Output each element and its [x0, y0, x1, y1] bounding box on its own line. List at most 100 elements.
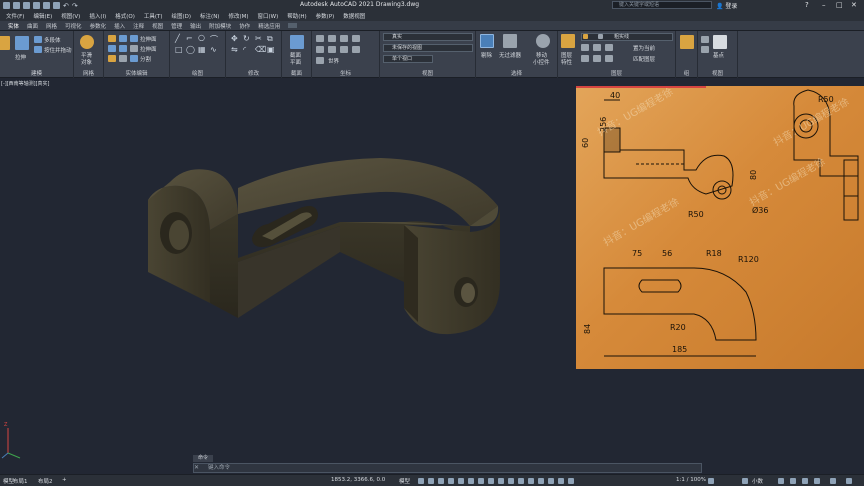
named-view-select[interactable]: 未保存的视图 [383, 44, 473, 52]
ucs-z-icon[interactable] [340, 46, 348, 53]
annotation-scale-value[interactable]: 1:1 / 100% [676, 477, 706, 483]
layout-tab-1[interactable]: 布局1 [13, 477, 28, 485]
panel-label-groups[interactable]: 组 [676, 69, 697, 77]
tab-manage[interactable]: 管理 [171, 22, 182, 30]
ellipse-icon[interactable]: ◯ [186, 45, 195, 54]
login-button[interactable]: 👤 登录 [716, 1, 737, 10]
menu-window[interactable]: 窗口(W) [258, 12, 279, 20]
dynamic-ucs-icon[interactable] [518, 478, 524, 484]
tab-featured-apps[interactable]: 精选应用 [258, 22, 280, 30]
workspace-icon[interactable] [708, 478, 714, 484]
ucs-origin-icon[interactable] [340, 35, 348, 42]
polar-icon[interactable] [448, 478, 454, 484]
separate-icon[interactable] [130, 55, 138, 62]
lock-ui-icon[interactable] [790, 478, 796, 484]
erase-icon[interactable]: ⌫ [255, 45, 266, 54]
intersect-icon[interactable] [108, 55, 116, 62]
move-icon[interactable]: ✥ [231, 34, 238, 43]
arc-icon[interactable]: ⌒ [210, 34, 218, 45]
box-icon[interactable] [0, 36, 10, 50]
tab-output[interactable]: 输出 [190, 22, 201, 30]
transparency-icon[interactable] [488, 478, 494, 484]
add-layout-icon[interactable]: + [62, 477, 67, 483]
panel-label-selection[interactable]: 选择 [476, 69, 557, 77]
rotate-icon[interactable]: ↻ [243, 34, 250, 43]
menu-file[interactable]: 文件(F) [6, 12, 24, 20]
selection-cycling-icon[interactable] [498, 478, 504, 484]
extrude-face-icon[interactable] [130, 35, 138, 42]
ucs-y-icon[interactable] [328, 46, 336, 53]
annotation-scale-icon[interactable] [568, 478, 574, 484]
layer-unisolate-icon[interactable] [605, 55, 613, 62]
gizmo-icon[interactable] [538, 478, 544, 484]
make-current-icon[interactable] [581, 44, 589, 51]
presspull-label[interactable]: 按住并拖动 [44, 46, 72, 54]
layer-off-icon[interactable] [581, 55, 589, 62]
snap-icon[interactable] [428, 478, 434, 484]
menu-format[interactable]: 格式(O) [115, 12, 135, 20]
view-projected-icon[interactable] [701, 46, 709, 53]
tab-insert[interactable]: 插入 [114, 22, 125, 30]
otrack-icon[interactable] [468, 478, 474, 484]
tab-view[interactable]: 视图 [152, 22, 163, 30]
move-gizmo-icon[interactable] [536, 34, 550, 48]
layer-iso-icon[interactable] [605, 44, 613, 51]
extrude-icon[interactable] [15, 36, 29, 50]
model-space-toggle[interactable]: 模型 [399, 477, 410, 485]
tab-annotate[interactable]: 注释 [133, 22, 144, 30]
thicken-icon[interactable] [119, 55, 127, 62]
ucs-icon[interactable] [316, 35, 324, 42]
ucs-named-icon[interactable] [316, 57, 324, 64]
save-as-icon[interactable] [43, 2, 50, 9]
ucs-x-icon[interactable] [316, 46, 324, 53]
help-icon[interactable]: ? [805, 1, 809, 9]
quick-properties-icon[interactable] [778, 478, 784, 484]
polysolid-label[interactable]: 多段体 [44, 36, 61, 44]
ucs-world-icon[interactable] [328, 35, 336, 42]
undo-icon[interactable]: ↶ [63, 2, 69, 10]
save-icon[interactable] [33, 2, 40, 9]
panel-label-coordinates[interactable]: 坐标 [312, 69, 379, 77]
ucs-view-icon[interactable] [352, 46, 360, 53]
copy-icon[interactable]: ⧉ [267, 34, 273, 44]
match-layer-label[interactable]: 匹配图层 [633, 55, 655, 63]
osnap-icon[interactable] [458, 478, 464, 484]
panel-label-draw[interactable]: 绘图 [170, 69, 225, 77]
menu-data-view[interactable]: 数据视图 [343, 12, 365, 20]
panel-label-modify[interactable]: 修改 [226, 69, 281, 77]
interfere-icon[interactable] [119, 35, 127, 42]
trim-icon[interactable]: ✂ [255, 34, 262, 43]
view-base-small-icon[interactable] [701, 36, 709, 43]
lineweight-icon[interactable] [478, 478, 484, 484]
tab-mesh[interactable]: 网格 [46, 22, 57, 30]
command-history-label[interactable]: 命令 [193, 455, 213, 462]
menu-help[interactable]: 帮助(H) [287, 12, 306, 20]
tab-collaborate[interactable]: 协作 [239, 22, 250, 30]
maximize-icon[interactable]: □ [836, 1, 843, 9]
panel-label-views[interactable]: 视图 [698, 69, 737, 77]
annotation-visibility-icon[interactable] [548, 478, 554, 484]
layer-freeze-icon[interactable] [593, 55, 601, 62]
3d-part-model[interactable] [148, 158, 500, 335]
circle-icon[interactable]: ○ [198, 33, 205, 42]
clean-screen-icon[interactable] [830, 478, 836, 484]
culling-icon[interactable] [480, 34, 494, 48]
spline-icon[interactable]: ∿ [210, 45, 217, 54]
menu-view[interactable]: 视图(V) [61, 12, 80, 20]
slice-icon[interactable] [119, 45, 127, 52]
match-layer-icon[interactable] [593, 44, 601, 51]
polyline-icon[interactable]: ⌐ [186, 34, 193, 43]
tab-addins[interactable]: 附加模块 [209, 22, 231, 30]
new-file-icon[interactable] [13, 2, 20, 9]
command-input[interactable]: 键入命令 [193, 463, 702, 473]
rectangle-icon[interactable]: □ [175, 45, 183, 54]
3d-osnap-icon[interactable] [508, 478, 514, 484]
menu-edit[interactable]: 编辑(E) [33, 12, 52, 20]
units-icon[interactable] [742, 478, 748, 484]
plot-icon[interactable] [53, 2, 60, 9]
layout-tab-2[interactable]: 布局2 [38, 477, 53, 485]
viewport-config-select[interactable]: 单个视口 [383, 55, 433, 63]
ucs-3point-icon[interactable] [352, 35, 360, 42]
panel-label-view[interactable]: 视图 [380, 69, 475, 77]
search-input[interactable]: 键入关键字或短语 [612, 1, 712, 9]
